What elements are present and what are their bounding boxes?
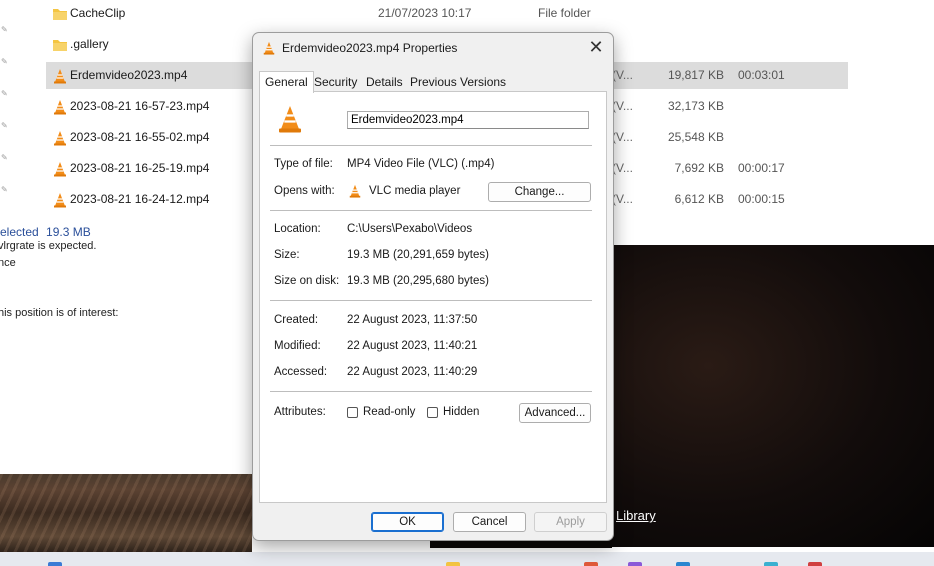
divider [270, 210, 592, 211]
tab-previous-versions[interactable]: Previous Versions [407, 73, 509, 91]
read-only-checkbox[interactable] [347, 407, 358, 418]
pin-icon[interactable]: ✎ [1, 90, 9, 98]
attributes-label: Attributes: [274, 406, 326, 418]
read-only-label: Read-only [363, 406, 416, 418]
file-name: CacheClip [70, 6, 126, 20]
file-name: .gallery [70, 37, 109, 51]
file-length: 00:00:17 [738, 161, 785, 175]
accessed-value: 22 August 2023, 11:40:29 [347, 366, 478, 378]
type-label: Type of file: [274, 158, 333, 170]
taskbar [0, 552, 934, 566]
dialog-title-bar[interactable]: Erdemvideo2023.mp4 Properties ✕ [253, 33, 613, 63]
advanced-button[interactable]: Advanced... [519, 403, 591, 423]
background-photo-dark [612, 245, 934, 547]
hidden-label: Hidden [443, 406, 480, 418]
properties-dialog: Erdemvideo2023.mp4 Properties ✕ General … [252, 32, 614, 541]
taskbar-explorer-icon[interactable] [446, 562, 460, 566]
created-value: 22 August 2023, 11:37:50 [347, 314, 478, 326]
vlc-icon [263, 41, 275, 55]
folder-icon [53, 9, 67, 20]
vlc-icon [54, 69, 66, 84]
pin-icon[interactable]: ✎ [1, 154, 9, 162]
divider [270, 300, 592, 301]
background-document: vlrgrate is expected. nce his position i… [0, 238, 252, 474]
close-button[interactable]: ✕ [585, 37, 607, 59]
divider [270, 145, 592, 146]
divider [270, 391, 592, 392]
vlc-icon [54, 193, 66, 208]
apply-button[interactable]: Apply [534, 512, 607, 532]
file-size: 32,173 KB [667, 99, 724, 113]
tab-details[interactable]: Details [363, 73, 406, 91]
type-value: MP4 Video File (VLC) (.mp4) [347, 158, 495, 170]
modified-label: Modified: [274, 340, 321, 352]
document-line: nce [0, 257, 16, 269]
accessed-label: Accessed: [274, 366, 328, 378]
taskbar-app-icon[interactable] [764, 562, 778, 566]
tab-security[interactable]: Security [311, 73, 360, 91]
tab-general[interactable]: General [259, 71, 314, 93]
vlc-icon [54, 162, 66, 177]
file-date: 21/07/2023 10:17 [378, 6, 472, 20]
opens-with-value: VLC media player [369, 185, 461, 197]
dialog-title: Erdemvideo2023.mp4 Properties [282, 41, 458, 55]
document-line: vlrgrate is expected. [0, 240, 97, 252]
location-label: Location: [274, 223, 321, 235]
taskbar-app-icon[interactable] [676, 562, 690, 566]
size-on-disk-value: 19.3 MB (20,295,680 bytes) [347, 275, 489, 287]
file-name: 2023-08-21 16-57-23.mp4 [70, 99, 210, 113]
file-name: 2023-08-21 16-25-19.mp4 [70, 161, 210, 175]
file-size: 7,692 KB [674, 161, 724, 175]
pin-icon[interactable]: ✎ [1, 58, 9, 66]
file-name: 2023-08-21 16-55-02.mp4 [70, 130, 210, 144]
size-on-disk-label: Size on disk: [274, 275, 340, 287]
vlc-file-icon [279, 106, 301, 133]
vlc-icon [54, 100, 66, 115]
taskbar-app-icon[interactable] [584, 562, 598, 566]
size-label: Size: [274, 249, 300, 261]
file-length: 00:00:15 [738, 192, 785, 206]
document-line: his position is of interest: [0, 307, 119, 319]
quick-access-pins: ✎ ✎ ✎ ✎ ✎ ✎ [0, 0, 12, 220]
library-link[interactable]: Library [616, 508, 656, 523]
file-type: File folder [538, 6, 591, 20]
status-selected-label: elected [0, 225, 39, 239]
taskbar-app-icon[interactable] [48, 562, 62, 566]
file-length: 00:03:01 [738, 68, 785, 82]
cancel-button[interactable]: Cancel [453, 512, 526, 532]
file-size: 25,548 KB [667, 130, 724, 144]
taskbar-app-icon[interactable] [808, 562, 822, 566]
background-photo [0, 474, 252, 552]
opens-with-label: Opens with: [274, 185, 335, 197]
close-icon: ✕ [588, 37, 604, 57]
vlc-icon [54, 131, 66, 146]
location-value: C:\Users\Pexabo\Videos [347, 223, 473, 235]
file-size: 6,612 KB [674, 192, 724, 206]
file-name: Erdemvideo2023.mp4 [70, 68, 188, 82]
file-name: 2023-08-21 16-24-12.mp4 [70, 192, 210, 206]
change-button[interactable]: Change... [488, 182, 591, 202]
file-size: 19,817 KB [667, 68, 724, 82]
size-value: 19.3 MB (20,291,659 bytes) [347, 249, 489, 261]
created-label: Created: [274, 314, 319, 326]
pin-icon[interactable]: ✎ [1, 26, 9, 34]
hidden-checkbox[interactable] [427, 407, 438, 418]
filename-input[interactable] [347, 111, 589, 129]
taskbar-app-icon[interactable] [628, 562, 642, 566]
folder-icon [53, 40, 67, 51]
file-row[interactable]: CacheClip 21/07/2023 10:17 File folder [46, 0, 848, 27]
general-tab-panel: Type of file: MP4 Video File (VLC) (.mp4… [259, 91, 607, 503]
ok-button[interactable]: OK [371, 512, 444, 532]
modified-value: 22 August 2023, 11:40:21 [347, 340, 478, 352]
pin-icon[interactable]: ✎ [1, 186, 9, 194]
status-selected-size: 19.3 MB [46, 225, 91, 239]
pin-icon[interactable]: ✎ [1, 122, 9, 130]
vlc-icon [349, 184, 361, 198]
